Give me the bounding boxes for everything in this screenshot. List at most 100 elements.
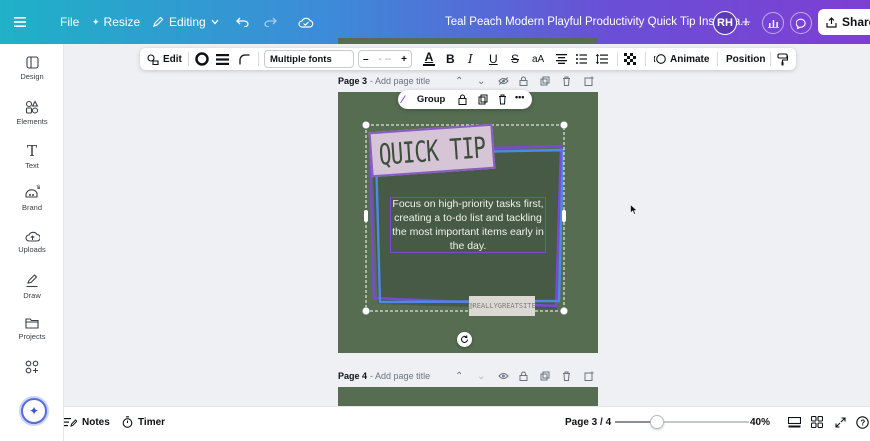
- strikethrough-icon[interactable]: S: [511, 48, 519, 70]
- toolbar-divider: [770, 52, 771, 66]
- font-family-dropdown[interactable]: Multiple fonts: [264, 50, 354, 68]
- page-indicator[interactable]: Page 3 / 4: [565, 407, 611, 437]
- page-3-title-input[interactable]: - Add page title: [370, 76, 430, 86]
- line-spacing-icon[interactable]: [596, 48, 608, 70]
- mouse-cursor-icon: [630, 204, 638, 215]
- notes-button[interactable]: Notes: [64, 407, 110, 437]
- sidebar-item-design[interactable]: Design: [0, 56, 64, 96]
- notes-icon: [64, 417, 77, 427]
- chevron-down-icon[interactable]: ⌄: [477, 368, 485, 384]
- page-4-header: Page 4 - Add page title ⌃ ⌄: [338, 368, 600, 384]
- resize-handle-bottom-right: [560, 307, 568, 315]
- toolbar-divider: [645, 52, 646, 66]
- chevron-up-icon[interactable]: ⌃: [455, 73, 463, 89]
- help-icon[interactable]: ?: [856, 407, 869, 437]
- sidebar-item-projects[interactable]: Projects: [0, 317, 64, 357]
- rotate-handle[interactable]: [457, 332, 472, 347]
- sidebar-item-label: Draw: [23, 291, 41, 300]
- sidebar-item-brand[interactable]: ♛ Brand: [0, 184, 64, 224]
- share-button[interactable]: Share: [818, 9, 870, 35]
- redo-icon[interactable]: [264, 0, 277, 44]
- duplicate-icon[interactable]: [478, 94, 488, 108]
- position-button[interactable]: Position: [726, 48, 765, 70]
- text-align-center-icon[interactable]: [556, 48, 567, 70]
- sidebar-item-label: Brand: [21, 203, 42, 212]
- add-collaborator-icon[interactable]: +: [737, 13, 755, 31]
- corner-rounding-icon[interactable]: [239, 48, 250, 70]
- sidebar-item-label: Design: [20, 72, 44, 81]
- cloud-saved-icon[interactable]: [298, 0, 314, 44]
- timer-button[interactable]: Timer: [122, 407, 165, 437]
- text-color-icon: A: [424, 50, 434, 64]
- magic-sparkle-button[interactable]: ✦: [21, 398, 47, 424]
- sidebar-item-text[interactable]: T Text: [0, 144, 64, 184]
- hide-page-icon[interactable]: [498, 368, 509, 384]
- chevron-up-icon[interactable]: ⌃: [455, 368, 463, 384]
- duplicate-page-icon[interactable]: [540, 368, 550, 384]
- quick-tip-headline[interactable]: QUICK TIP: [368, 123, 496, 178]
- font-size-increase-button[interactable]: +: [401, 54, 407, 65]
- add-page-icon[interactable]: [584, 73, 594, 89]
- chevron-down-icon[interactable]: ⌄: [477, 73, 485, 89]
- text-formatting-toolbar: Edit Multiple fonts – - -- + A B I U S a…: [140, 48, 796, 70]
- sparkle-icon: ✦: [28, 404, 40, 418]
- insights-chart-icon[interactable]: [762, 12, 784, 34]
- lock-icon[interactable]: [458, 94, 467, 108]
- sidebar-item-uploads[interactable]: Uploads: [0, 230, 64, 270]
- timer-icon: [122, 416, 133, 428]
- editing-mode-dropdown[interactable]: Editing: [152, 0, 219, 44]
- page-4-title-input[interactable]: - Add page title: [370, 371, 430, 381]
- bulleted-list-icon[interactable]: [576, 48, 587, 70]
- sidebar-item-draw[interactable]: Draw: [0, 274, 64, 314]
- zoom-slider[interactable]: [615, 421, 749, 423]
- font-size-stepper[interactable]: – - -- +: [358, 50, 412, 68]
- zoom-level[interactable]: 40%: [750, 407, 770, 437]
- resize-button[interactable]: ✦ Resize: [92, 0, 140, 44]
- zoom-slider-thumb[interactable]: [649, 415, 664, 429]
- border-color-icon[interactable]: [195, 48, 209, 70]
- website-handle-tag[interactable]: @REALLYGREATSITE: [468, 296, 536, 316]
- transparency-icon[interactable]: [624, 48, 636, 70]
- animate-button[interactable]: Animate: [654, 48, 709, 70]
- sidebar-item-elements[interactable]: Elements: [0, 100, 64, 140]
- comment-icon[interactable]: [790, 12, 812, 34]
- grid-view-icon[interactable]: [811, 407, 823, 437]
- font-size-decrease-button[interactable]: –: [363, 54, 369, 65]
- resize-label: Resize: [103, 15, 141, 29]
- lock-page-icon[interactable]: [519, 368, 528, 384]
- tip-body-text[interactable]: Focus on high-priority tasks first, crea…: [390, 197, 546, 253]
- file-menu[interactable]: File: [60, 0, 79, 44]
- sidebar-item-apps[interactable]: [0, 360, 64, 400]
- design-page-4[interactable]: [338, 387, 598, 406]
- hide-page-icon[interactable]: [498, 73, 509, 89]
- delete-icon[interactable]: [498, 94, 507, 108]
- avatar[interactable]: RH: [713, 11, 737, 35]
- font-size-input[interactable]: - --: [378, 54, 391, 65]
- delete-page-icon[interactable]: [562, 368, 571, 384]
- group-button[interactable]: ⁄ Group: [402, 90, 445, 109]
- more-options-icon[interactable]: •••: [515, 92, 524, 102]
- bold-icon[interactable]: B: [446, 48, 455, 70]
- fullscreen-icon[interactable]: [835, 407, 846, 437]
- resize-handle-left: [364, 210, 368, 222]
- edit-button[interactable]: Edit: [147, 48, 182, 70]
- sidebar-item-label: Text: [25, 161, 39, 170]
- underline-icon[interactable]: U: [489, 48, 498, 70]
- svg-text:♛: ♛: [36, 184, 40, 191]
- hamburger-menu-icon[interactable]: [14, 0, 26, 44]
- text-color-button[interactable]: A: [423, 48, 435, 70]
- delete-page-icon[interactable]: [562, 73, 571, 89]
- duplicate-page-icon[interactable]: [540, 73, 550, 89]
- notes-label: Notes: [82, 416, 110, 428]
- copy-style-paint-roller-icon[interactable]: [777, 48, 788, 70]
- letter-case-icon[interactable]: aA: [532, 48, 544, 70]
- add-page-icon[interactable]: [584, 368, 594, 384]
- border-style-icon[interactable]: [216, 48, 229, 70]
- toolbar-divider: [717, 52, 718, 66]
- rotate-icon: [461, 335, 468, 343]
- apps-icon: [25, 360, 39, 374]
- page-view-icon[interactable]: [788, 407, 801, 437]
- italic-icon[interactable]: I: [468, 48, 473, 70]
- undo-icon[interactable]: [236, 0, 249, 44]
- lock-page-icon[interactable]: [519, 73, 528, 89]
